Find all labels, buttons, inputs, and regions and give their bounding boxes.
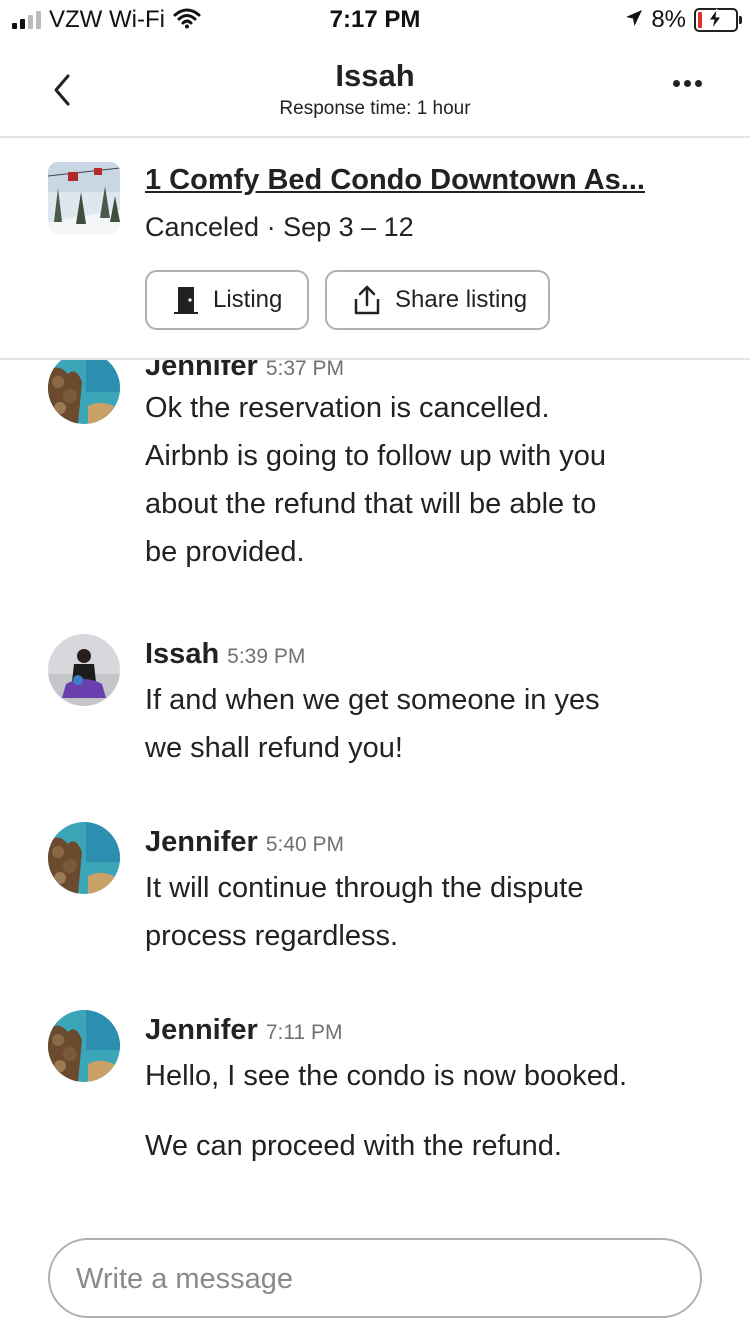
message-time: 5:37 PM: [265, 360, 345, 380]
share-listing-button[interactable]: Share listing: [325, 270, 550, 330]
listing-summary: 1 Comfy Bed Condo Downtown As... Cancele…: [0, 138, 750, 360]
battery-icon: [694, 8, 742, 32]
message-line: we shall refund you!: [145, 732, 403, 764]
location-arrow-icon: [625, 9, 643, 32]
battery-percent: 8%: [651, 6, 686, 33]
status-right: 8%: [625, 6, 742, 34]
listing-thumbnail[interactable]: [48, 162, 120, 234]
share-icon: [353, 285, 381, 315]
message-header: Jennifer 5:40 PM: [145, 826, 344, 859]
more-dots-icon: [673, 80, 680, 87]
sender-name: Jennifer: [145, 360, 258, 382]
message-line: be provided.: [145, 536, 305, 568]
avatar-jennifer[interactable]: [48, 822, 120, 894]
message-header: Jennifer 7:11 PM: [145, 1014, 342, 1047]
message-line: It will continue through the dispute: [145, 872, 584, 904]
message-line: Ok the reservation is cancelled.: [145, 392, 550, 424]
conversation-header: Issah Response time: 1 hour: [0, 40, 750, 138]
message-line: about the refund that will be able to: [145, 488, 597, 520]
message-text: If and when we get someone in yes we sha…: [145, 676, 705, 772]
listing-button-label: Listing: [213, 286, 283, 313]
message-text: Hello, I see the condo is now booked. We…: [145, 1052, 705, 1170]
message-time: 5:39 PM: [227, 645, 306, 668]
more-options-button[interactable]: [673, 80, 702, 87]
avatar-jennifer[interactable]: [48, 360, 120, 424]
share-listing-label: Share listing: [395, 286, 528, 313]
sender-name: Jennifer: [145, 826, 258, 858]
sender-name: Issah: [145, 638, 220, 670]
status-bar: VZW Wi-Fi 7:17 PM 8%: [0, 0, 750, 40]
message-line: Airbnb is going to follow up with you: [145, 440, 607, 472]
host-name-title: Issah: [335, 58, 415, 93]
message-header: Issah 5:39 PM: [145, 638, 305, 671]
message-thread[interactable]: Jennifer 5:37 PM Ok the reservation is ca…: [0, 360, 750, 1220]
listing-title-link[interactable]: 1 Comfy Bed Condo Downtown As...: [145, 164, 645, 197]
response-time: Response time: 1 hour: [279, 98, 471, 119]
avatar-jennifer[interactable]: [48, 1010, 120, 1082]
message-line: We can proceed with the refund.: [145, 1130, 562, 1162]
message-input[interactable]: [74, 1240, 678, 1318]
message-composer[interactable]: [48, 1238, 702, 1318]
message-line: If and when we get someone in yes: [145, 684, 600, 716]
sender-name: Jennifer: [145, 1014, 258, 1046]
message-line: process regardless.: [145, 920, 399, 952]
avatar-issah[interactable]: [48, 634, 120, 706]
charging-bolt-icon: [708, 8, 722, 30]
message-time: 5:40 PM: [265, 833, 345, 856]
door-icon: [173, 285, 199, 315]
message-line: Hello, I see the condo is now booked.: [145, 1060, 628, 1092]
message-text: It will continue through the dispute pro…: [145, 864, 705, 960]
listing-button[interactable]: Listing: [145, 270, 309, 330]
reservation-status: Canceled · Sep 3 – 12: [145, 212, 414, 242]
message-header: Jennifer 5:37 PM: [145, 360, 344, 383]
message-text: Ok the reservation is cancelled. Airbnb …: [145, 384, 705, 576]
message-time: 7:11 PM: [265, 1021, 343, 1044]
